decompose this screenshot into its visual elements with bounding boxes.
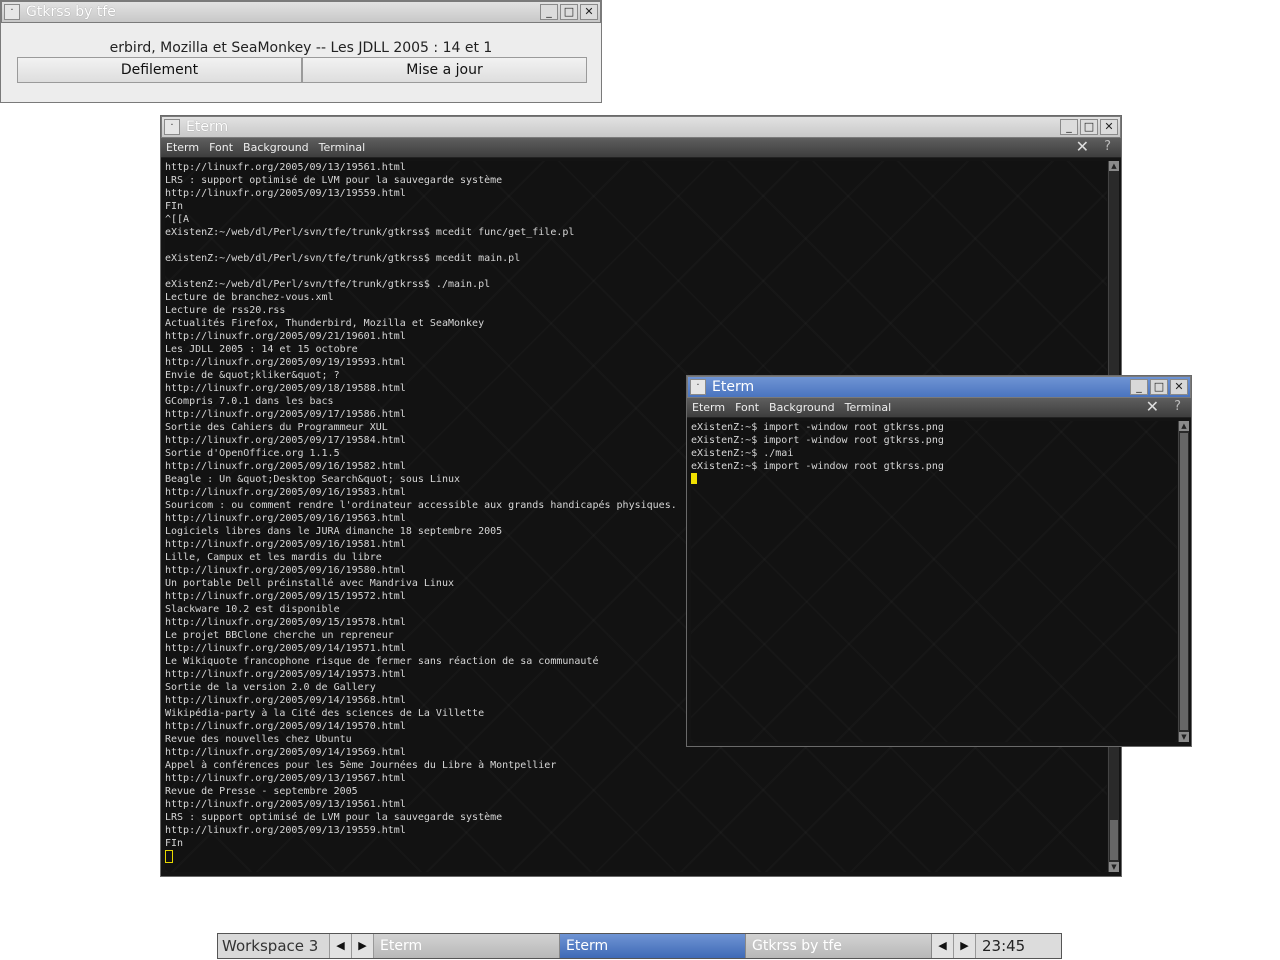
close-icon[interactable]: ✕ — [1100, 119, 1118, 135]
window-menu-icon[interactable]: · — [690, 379, 706, 395]
terminal-line: eXistenZ:~$ import -window root gtkrss.p… — [691, 435, 944, 446]
window-title: Gtkrss by tfe — [26, 4, 116, 20]
close-icon[interactable]: ✕ — [580, 4, 598, 20]
terminal-line: http://linuxfr.org/2005/09/14/19569.html — [165, 747, 406, 758]
gtkrss-titlebar[interactable]: · Gtkrss by tfe _ □ ✕ — [1, 1, 601, 23]
scroll-down-icon[interactable]: ▼ — [1109, 862, 1119, 872]
terminal-line: eXistenZ:~$ import -window root gtkrss.p… — [691, 461, 944, 472]
terminal-line: http://linuxfr.org/2005/09/19/19593.html — [165, 357, 406, 368]
prev-workspace-icon[interactable]: ◀ — [330, 934, 352, 958]
terminal-line: Lecture de branchez-vous.xml — [165, 292, 334, 303]
terminal-line: Les JDLL 2005 : 14 et 15 octobre — [165, 344, 358, 355]
menu-background[interactable]: Background — [238, 139, 314, 157]
mise-a-jour-button[interactable]: Mise a jour — [302, 57, 587, 83]
close-icon[interactable]: ✕ — [1146, 398, 1159, 416]
minimize-icon[interactable]: _ — [1130, 379, 1148, 395]
gtkrss-window: · Gtkrss by tfe _ □ ✕ erbird, Mozilla et… — [0, 0, 602, 103]
gtkrss-body: erbird, Mozilla et SeaMonkey -- Les JDLL… — [1, 23, 601, 102]
minimize-icon[interactable]: _ — [1060, 119, 1078, 135]
text-cursor — [691, 473, 697, 484]
terminal-line: LRS : support optimisé de LVM pour la sa… — [165, 175, 503, 186]
clock: 23:45 — [976, 934, 1061, 958]
terminal-line: http://linuxfr.org/2005/09/13/19567.html — [165, 773, 406, 784]
close-icon[interactable]: ✕ — [1076, 138, 1089, 156]
close-icon[interactable]: ✕ — [1170, 379, 1188, 395]
terminal-output[interactable]: eXistenZ:~$ import -window root gtkrss.p… — [691, 421, 1177, 742]
menu-background[interactable]: Background — [764, 399, 840, 417]
terminal-line: eXistenZ:~/web/dl/Perl/svn/tfe/trunk/gtk… — [165, 253, 521, 264]
next-task-icon[interactable]: ▶ — [954, 934, 976, 958]
scrollbar[interactable]: ▲ ▼ — [1178, 421, 1189, 742]
scroll-up-icon[interactable]: ▲ — [1109, 161, 1119, 171]
eterm-main-titlebar[interactable]: · Eterm _ □ ✕ — [161, 116, 1121, 138]
news-ticker: erbird, Mozilla et SeaMonkey -- Les JDLL… — [109, 40, 493, 56]
task-eterm[interactable]: Eterm — [374, 934, 560, 958]
terminal-line: FIn — [165, 201, 184, 212]
window-title: Eterm — [186, 119, 229, 135]
menu-eterm[interactable]: Eterm — [687, 399, 730, 417]
eterm-menubar: Eterm Font Background Terminal ✕ ? — [161, 138, 1121, 158]
terminal-line: eXistenZ:~$ import -window root gtkrss.p… — [691, 422, 944, 433]
help-icon[interactable]: ? — [1174, 398, 1181, 416]
terminal-line: http://linuxfr.org/2005/09/13/19559.html — [165, 825, 406, 836]
terminal-line: Lecture de rss20.rss — [165, 305, 286, 316]
scroll-up-icon[interactable]: ▲ — [1179, 421, 1189, 431]
eterm-small-titlebar[interactable]: · Eterm _ □ ✕ — [687, 376, 1191, 398]
window-title: Eterm — [712, 379, 755, 395]
workspace-label[interactable]: Workspace 3 — [218, 934, 330, 958]
maximize-icon[interactable]: □ — [560, 4, 578, 20]
menu-terminal[interactable]: Terminal — [314, 139, 371, 157]
help-icon[interactable]: ? — [1104, 138, 1111, 156]
taskbar: Workspace 3 ◀ ▶ Eterm Eterm Gtkrss by tf… — [217, 933, 1062, 959]
prev-task-icon[interactable]: ◀ — [932, 934, 954, 958]
terminal-line: LRS : support optimisé de LVM pour la sa… — [165, 812, 503, 823]
text-cursor — [165, 850, 173, 863]
window-menu-icon[interactable]: · — [164, 119, 180, 135]
maximize-icon[interactable]: □ — [1080, 119, 1098, 135]
terminal-line: FIn — [165, 838, 184, 849]
menu-terminal[interactable]: Terminal — [840, 399, 897, 417]
terminal-line: http://linuxfr.org/2005/09/13/19559.html — [165, 188, 406, 199]
terminal-line: Actualités Firefox, Thunderbird, Mozilla… — [165, 318, 485, 329]
terminal-line: http://linuxfr.org/2005/09/13/19561.html — [165, 162, 406, 173]
eterm-small-window: · Eterm _ □ ✕ Eterm Font Background Term… — [686, 375, 1192, 747]
task-eterm-active[interactable]: Eterm — [560, 934, 746, 958]
menu-font[interactable]: Font — [730, 399, 764, 417]
maximize-icon[interactable]: □ — [1150, 379, 1168, 395]
menu-eterm[interactable]: Eterm — [161, 139, 204, 157]
minimize-icon[interactable]: _ — [540, 4, 558, 20]
scrollbar-thumb[interactable] — [1110, 820, 1118, 860]
menu-font[interactable]: Font — [204, 139, 238, 157]
scrollbar-thumb[interactable] — [1180, 433, 1188, 730]
prompt-line — [165, 850, 1107, 863]
task-gtkrss[interactable]: Gtkrss by tfe — [746, 934, 932, 958]
eterm-menubar: Eterm Font Background Terminal ✕ ? — [687, 398, 1191, 418]
prompt-line — [691, 473, 1177, 486]
next-workspace-icon[interactable]: ▶ — [352, 934, 374, 958]
defilement-button[interactable]: Defilement — [17, 57, 302, 83]
terminal-line: eXistenZ:~/web/dl/Perl/svn/tfe/trunk/gtk… — [165, 279, 491, 290]
terminal-line: http://linuxfr.org/2005/09/13/19561.html — [165, 799, 406, 810]
terminal-line: http://linuxfr.org/2005/09/21/19601.html — [165, 331, 406, 342]
terminal-line: eXistenZ:~$ ./mai — [691, 448, 794, 459]
terminal-line: ^[[A — [165, 214, 190, 225]
scroll-down-icon[interactable]: ▼ — [1179, 732, 1189, 742]
terminal-line: Revue de Presse - septembre 2005 — [165, 786, 358, 797]
window-menu-icon[interactable]: · — [4, 4, 20, 20]
terminal-line: Appel à conférences pour les 5ème Journé… — [165, 760, 557, 771]
terminal-line: eXistenZ:~/web/dl/Perl/svn/tfe/trunk/gtk… — [165, 227, 575, 238]
